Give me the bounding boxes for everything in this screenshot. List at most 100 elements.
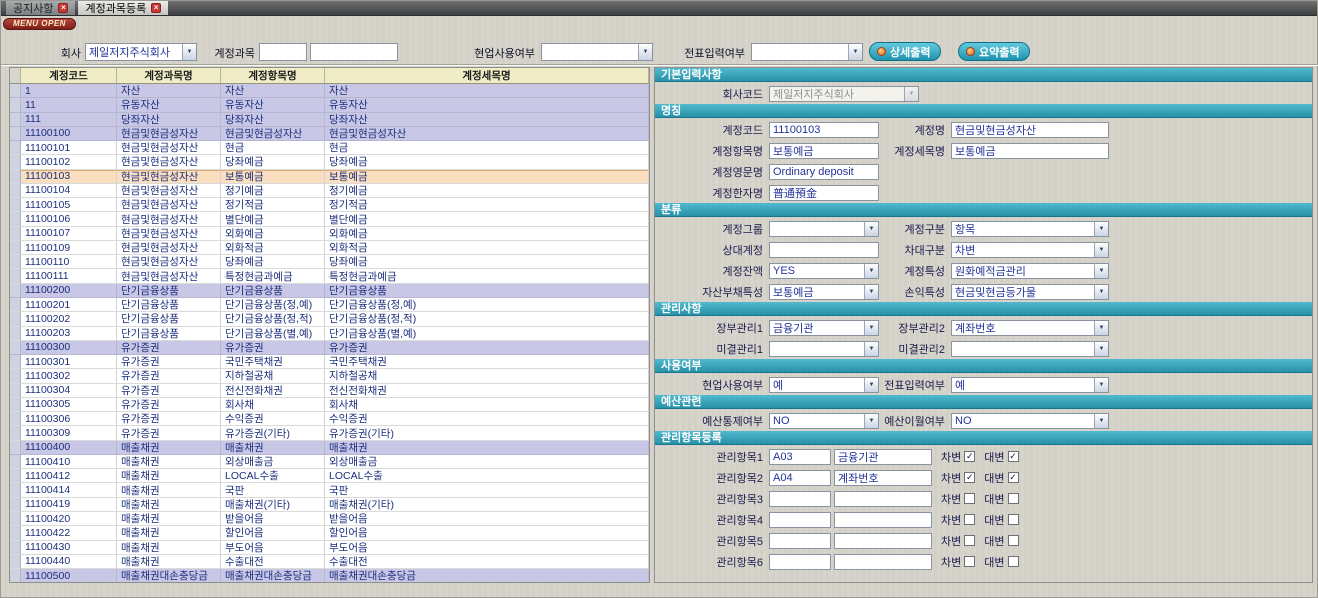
- tab-account-registration[interactable]: 계정과목등록 ×: [78, 1, 168, 15]
- table-row[interactable]: 11100420매출채권받을어음받을어음: [10, 512, 649, 526]
- account-balance-select[interactable]: YES▼: [769, 263, 879, 279]
- table-row[interactable]: 11100305유가증권회사채회사채: [10, 398, 649, 412]
- row-selector-cell[interactable]: [10, 84, 21, 98]
- row-selector-cell[interactable]: [10, 212, 21, 226]
- row-selector-cell[interactable]: [10, 498, 21, 512]
- row-selector-cell[interactable]: [10, 398, 21, 412]
- mgmt-item3-credit-checkbox[interactable]: [1008, 493, 1019, 504]
- table-row[interactable]: 11100101현금및현금성자산현금현금: [10, 141, 649, 155]
- table-row[interactable]: 11유동자산유동자산유동자산: [10, 98, 649, 112]
- mgmt-item2-name-input[interactable]: [834, 470, 932, 486]
- mgmt-item6-debit-checkbox[interactable]: [964, 556, 975, 567]
- row-selector-cell[interactable]: [10, 355, 21, 369]
- table-row[interactable]: 11100430매출채권부도어음부도어음: [10, 541, 649, 555]
- field-use-yn-select[interactable]: 예▼: [769, 377, 879, 393]
- row-selector-cell[interactable]: [10, 284, 21, 298]
- mgmt-item1-code-input[interactable]: [769, 449, 831, 465]
- table-row[interactable]: 11100105현금및현금성자산정기적금정기적금: [10, 198, 649, 212]
- mgmt-item6-name-input[interactable]: [834, 554, 932, 570]
- table-row[interactable]: 11100107현금및현금성자산외화예금외화예금: [10, 227, 649, 241]
- row-selector-cell[interactable]: [10, 184, 21, 198]
- mgmt-item5-debit-checkbox[interactable]: [964, 535, 975, 546]
- pending-mgmt2-select[interactable]: ▼: [951, 341, 1109, 357]
- counter-account-field[interactable]: [769, 242, 879, 258]
- mgmt-item2-debit-checkbox[interactable]: ✓: [964, 472, 975, 483]
- mgmt-item5-name-input[interactable]: [834, 533, 932, 549]
- mgmt-item4-code-input[interactable]: [769, 512, 831, 528]
- row-selector-cell[interactable]: [10, 341, 21, 355]
- table-row[interactable]: 111당좌자산당좌자산당좌자산: [10, 113, 649, 127]
- account-name-input[interactable]: [310, 43, 398, 61]
- row-selector-cell[interactable]: [10, 227, 21, 241]
- table-row[interactable]: 11100400매출채권매출채권매출채권: [10, 441, 649, 455]
- row-selector-cell[interactable]: [10, 255, 21, 269]
- mgmt-item4-name-input[interactable]: [834, 512, 932, 528]
- table-row[interactable]: 11100100현금및현금성자산현금및현금성자산현금및현금성자산: [10, 127, 649, 141]
- account-hanja-name-field[interactable]: [769, 185, 879, 201]
- column-header[interactable]: 계정세목명: [325, 68, 649, 84]
- detail-print-button[interactable]: 상세출력: [869, 42, 941, 61]
- row-selector-cell[interactable]: [10, 298, 21, 312]
- row-selector-cell[interactable]: [10, 198, 21, 212]
- table-row[interactable]: 11100103현금및현금성자산보통예금보통예금: [10, 170, 649, 184]
- column-header[interactable]: 계정과목명: [117, 68, 221, 84]
- account-name-field[interactable]: [951, 122, 1109, 138]
- account-code-field[interactable]: [769, 122, 879, 138]
- table-row[interactable]: 11100203단기금융상품단기금융상품(별,예)단기금융상품(별,예): [10, 327, 649, 341]
- row-selector-cell[interactable]: [10, 469, 21, 483]
- row-selector-cell[interactable]: [10, 412, 21, 426]
- account-english-name-field[interactable]: [769, 164, 879, 180]
- mgmt-item3-name-input[interactable]: [834, 491, 932, 507]
- mgmt-item4-credit-checkbox[interactable]: [1008, 514, 1019, 525]
- slip-entry-select[interactable]: ▼: [751, 43, 863, 61]
- table-row[interactable]: 11100106현금및현금성자산별단예금별단예금: [10, 212, 649, 226]
- company-select[interactable]: 제일저지주식회사 ▼: [85, 43, 197, 61]
- pending-mgmt1-select[interactable]: ▼: [769, 341, 879, 357]
- row-selector-cell[interactable]: [10, 526, 21, 540]
- table-row[interactable]: 11100422매출채권할인어음할인어음: [10, 526, 649, 540]
- table-row[interactable]: 11100201단기금융상품단기금융상품(정,예)단기금융상품(정,예): [10, 298, 649, 312]
- mgmt-item2-credit-checkbox[interactable]: ✓: [1008, 472, 1019, 483]
- mgmt-item3-debit-checkbox[interactable]: [964, 493, 975, 504]
- ledger-mgmt1-select[interactable]: 금융기관▼: [769, 320, 879, 336]
- row-selector-cell[interactable]: [10, 512, 21, 526]
- budget-control-yn-select[interactable]: NO▼: [769, 413, 879, 429]
- account-item-name-field[interactable]: [769, 143, 879, 159]
- account-class-select[interactable]: 항목▼: [951, 221, 1109, 237]
- table-row[interactable]: 11100110현금및현금성자산당좌예금당좌예금: [10, 255, 649, 269]
- mgmt-item2-code-input[interactable]: [769, 470, 831, 486]
- table-row[interactable]: 11100200단기금융상품단기금융상품단기금융상품: [10, 284, 649, 298]
- row-selector-cell[interactable]: [10, 384, 21, 398]
- row-selector-cell[interactable]: [10, 426, 21, 440]
- table-row[interactable]: 11100300유가증권유가증권유가증권: [10, 341, 649, 355]
- row-selector-cell[interactable]: [10, 541, 21, 555]
- table-row[interactable]: 11100301유가증권국민주택채권국민주택채권: [10, 355, 649, 369]
- row-selector-cell[interactable]: [10, 98, 21, 112]
- row-selector-cell[interactable]: [10, 113, 21, 127]
- row-selector-cell[interactable]: [10, 312, 21, 326]
- tab-notice[interactable]: 공지사항 ×: [6, 1, 75, 15]
- slip-entry-yn-select[interactable]: 예▼: [951, 377, 1109, 393]
- row-selector-cell[interactable]: [10, 555, 21, 569]
- mgmt-item1-debit-checkbox[interactable]: ✓: [964, 451, 975, 462]
- row-selector-cell[interactable]: [10, 569, 21, 583]
- account-trait-select[interactable]: 원화예적금관리▼: [951, 263, 1109, 279]
- table-row[interactable]: 11100500매출채권대손충당금매출채권대손충당금매출채권대손충당금: [10, 569, 649, 583]
- row-selector-cell[interactable]: [10, 369, 21, 383]
- summary-print-button[interactable]: 요약출력: [958, 42, 1030, 61]
- table-row[interactable]: 11100102현금및현금성자산당좌예금당좌예금: [10, 155, 649, 169]
- row-selector-cell[interactable]: [10, 455, 21, 469]
- column-header[interactable]: 계정항목명: [221, 68, 325, 84]
- mgmt-item5-credit-checkbox[interactable]: [1008, 535, 1019, 546]
- row-selector-cell[interactable]: [10, 141, 21, 155]
- table-row[interactable]: 11100419매출채권매출채권(기타)매출채권(기타): [10, 498, 649, 512]
- row-selector-cell[interactable]: [10, 127, 21, 141]
- mgmt-item5-code-input[interactable]: [769, 533, 831, 549]
- row-selector-cell[interactable]: [10, 441, 21, 455]
- row-selector-cell[interactable]: [10, 483, 21, 497]
- profit-loss-trait-select[interactable]: 현금및현금등가물▼: [951, 284, 1109, 300]
- table-row[interactable]: 11100304유가증권전신전화채권전신전화채권: [10, 384, 649, 398]
- table-row[interactable]: 11100109현금및현금성자산외화적금외화적금: [10, 241, 649, 255]
- row-selector-cell[interactable]: [10, 269, 21, 283]
- table-row[interactable]: 11100410매출채권외상매출금외상매출금: [10, 455, 649, 469]
